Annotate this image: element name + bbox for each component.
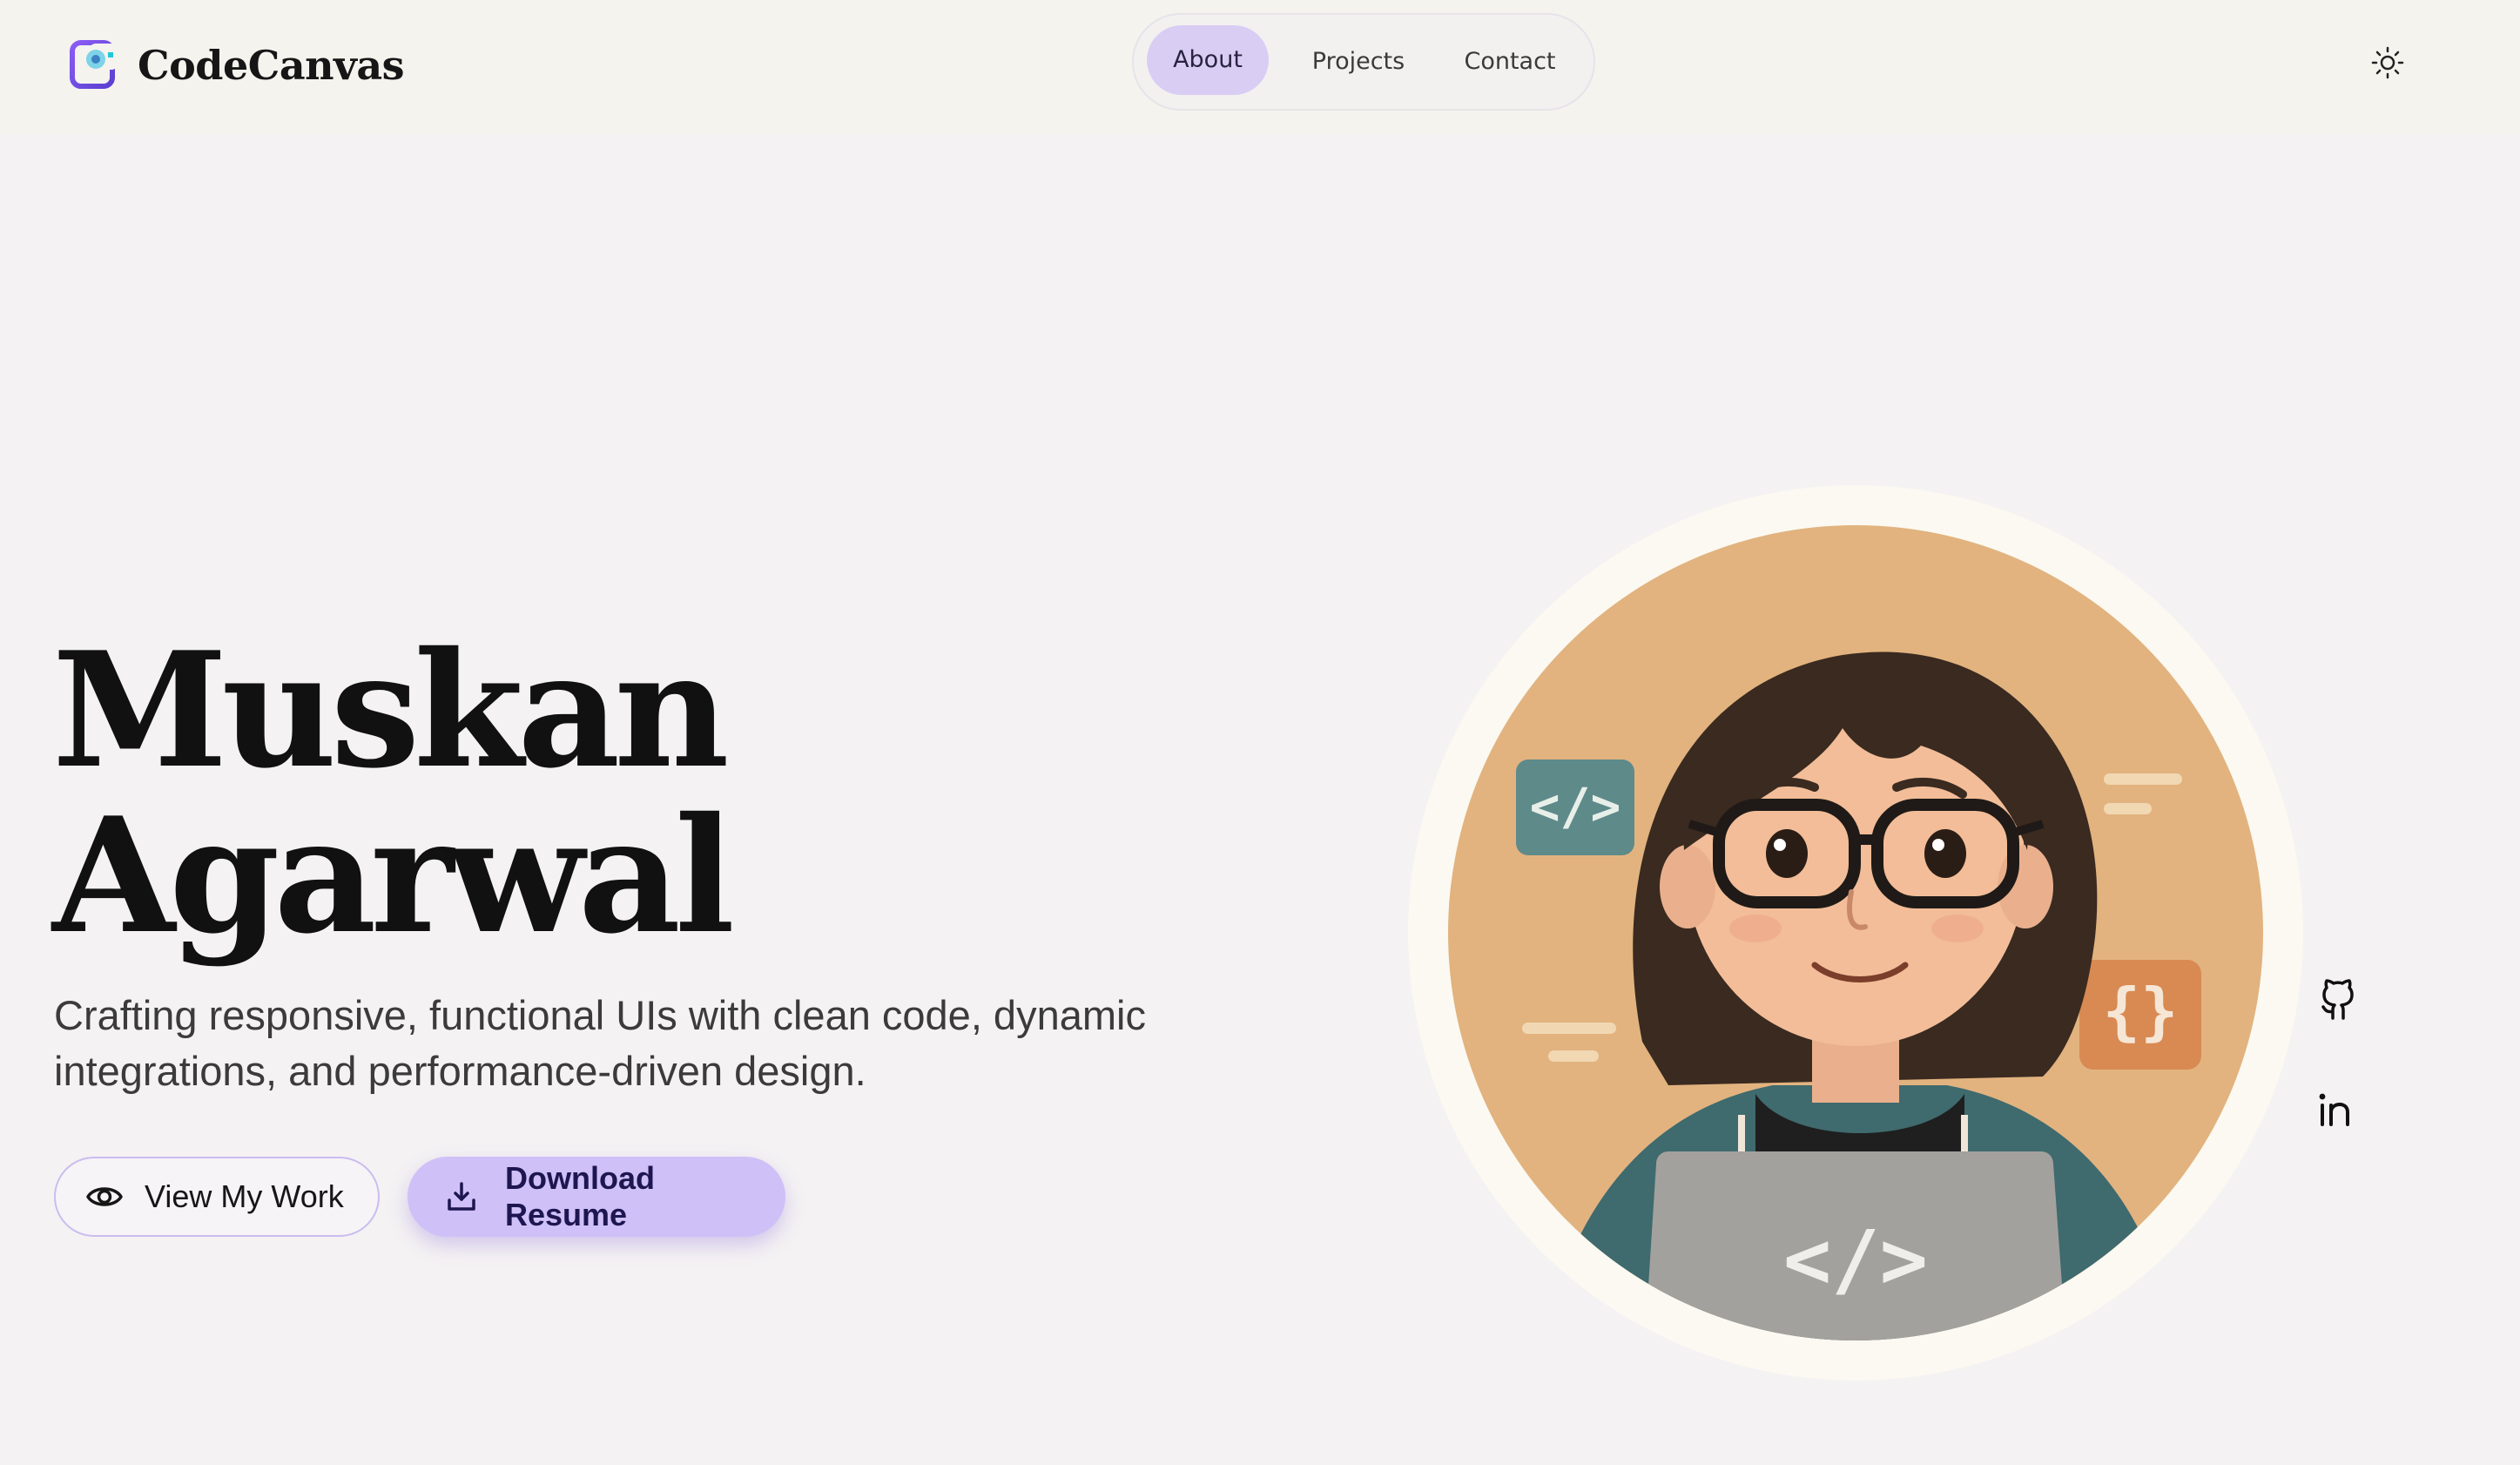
code-canvas-logo-icon xyxy=(70,40,118,89)
download-resume-button[interactable]: Download Resume xyxy=(408,1157,785,1237)
linkedin-icon xyxy=(2319,1093,2349,1126)
github-link[interactable] xyxy=(2316,978,2360,1022)
hero-first-name: Muskan xyxy=(52,617,730,803)
brand[interactable]: CodeCanvas xyxy=(70,37,405,94)
sun-icon xyxy=(2371,46,2404,79)
braces-text: {} xyxy=(2103,975,2179,1048)
nav-item-about[interactable]: About xyxy=(1147,25,1269,95)
github-icon xyxy=(2321,979,2354,1020)
view-my-work-label: View My Work xyxy=(145,1178,344,1214)
nav-item-contact[interactable]: Contact xyxy=(1449,27,1571,97)
eye-icon xyxy=(86,1187,123,1206)
code-tag-text: </> xyxy=(1530,777,1621,836)
linkedin-link[interactable] xyxy=(2316,1088,2360,1131)
nav-item-projects[interactable]: Projects xyxy=(1299,27,1418,97)
main-nav: About Projects Contact xyxy=(1132,13,1595,111)
view-my-work-button[interactable]: View My Work xyxy=(54,1157,380,1237)
site-header: CodeCanvas About Projects Contact xyxy=(0,0,2520,134)
hero-last-name: Agarwal xyxy=(52,782,735,969)
download-resume-label: Download Resume xyxy=(505,1160,655,1232)
brand-name: CodeCanvas xyxy=(138,42,405,89)
hero-subtitle: Crafting responsive, functional UIs with… xyxy=(54,992,1146,1094)
theme-toggle-button[interactable] xyxy=(2368,44,2407,82)
avatar-illustration: </> {} </> xyxy=(1407,484,2304,1381)
hero-name: Muskan Agarwal xyxy=(52,617,735,969)
download-icon xyxy=(448,1182,475,1211)
laptop-code-text: </> xyxy=(1783,1213,1928,1306)
developer-avatar-illustration: </> {} </> xyxy=(1408,485,2303,1381)
